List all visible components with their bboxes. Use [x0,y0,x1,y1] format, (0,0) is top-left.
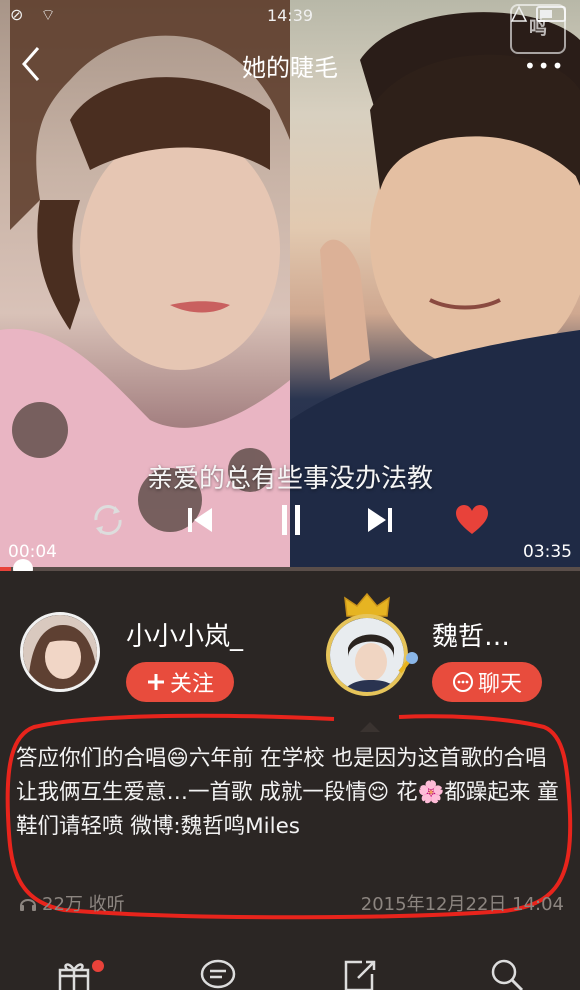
share-icon[interactable] [340,958,380,990]
gift-notification-dot [92,960,104,972]
follow-button-label: 关注 [169,672,214,697]
next-track-icon[interactable] [360,500,400,540]
follow-button[interactable]: 关注 [126,662,234,702]
listen-count: 22万 收听 [18,890,125,916]
app-logo: 鸣 [510,4,566,54]
headphones-icon [20,899,36,911]
plus-icon [147,674,164,690]
bottom-toolbar [0,950,580,990]
singer-name-2: 魏哲… [432,622,511,652]
listen-count-text: 22万 收听 [42,894,125,915]
elapsed-time: 00:04 [8,542,57,562]
singer-avatar-1[interactable] [20,612,100,692]
song-description: 答应你们的合唱😄六年前 在学校 也是因为这首歌的合唱 让我俩互生爱意…一首歌 成… [16,746,559,839]
heart-icon[interactable] [452,500,492,540]
video-player[interactable]: ⊘ ⌔ 14:39 她的睫毛 鸣 ••• 亲爱的总有些事没办法教 00:04 0… [0,0,580,570]
publish-date: 2015年12月22日 14:04 [360,894,564,915]
duration-time: 03:35 [523,542,572,562]
chat-bubble-icon [452,672,473,692]
search-icon[interactable] [486,958,526,990]
status-time: 14:39 [266,6,314,25]
pause-icon[interactable] [271,500,311,540]
singer-name-1: 小小小岚_ [126,622,244,652]
lyric-line: 亲爱的总有些事没办法教 [146,464,433,494]
back-button[interactable] [16,44,46,84]
chat-button[interactable]: 聊天 [432,662,542,702]
gift-icon[interactable] [54,958,94,990]
chat-button-label: 聊天 [477,672,522,697]
comment-icon[interactable] [198,958,238,990]
microphone-badge-icon [398,652,418,674]
pointer-caret [360,722,380,732]
repeat-icon[interactable] [88,500,128,540]
more-options-button[interactable]: ••• [524,54,565,78]
status-bar: ⊘ ⌔ 14:39 [0,0,580,30]
previous-track-icon[interactable] [180,500,220,540]
playback-controls [0,500,580,540]
